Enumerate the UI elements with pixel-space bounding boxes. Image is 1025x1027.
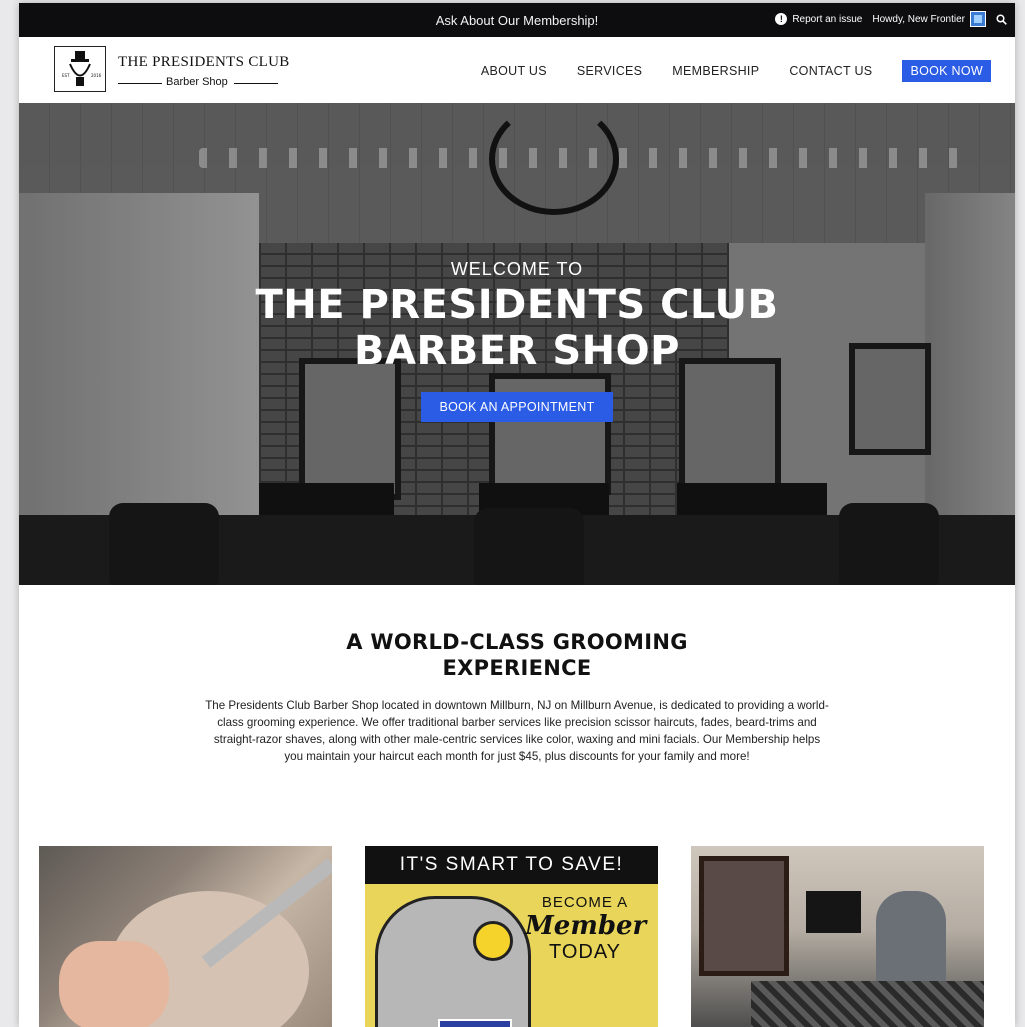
book-appointment-button[interactable]: BOOK AN APPOINTMENT: [421, 392, 613, 422]
barber-hand: [59, 941, 169, 1027]
promo-line2: Member: [525, 911, 647, 941]
logo-title: THE PRESIDENTS CLUB: [118, 54, 290, 70]
shave-photo-card[interactable]: [39, 846, 332, 1027]
account-menu[interactable]: Howdy, New Frontier: [872, 11, 986, 27]
owl-eye: [473, 921, 513, 961]
promo-line1: BECOME A: [541, 894, 629, 911]
admin-bar: ! Report an issue Howdy, New Frontier: [775, 9, 1007, 29]
logo-subtitle-text: Barber Shop: [166, 76, 228, 88]
top-hat-logo-icon: EST 2016: [54, 46, 106, 92]
intro-heading-line2: EXPERIENCE: [442, 656, 592, 680]
bug-icon: !: [775, 13, 788, 25]
logo-subtitle: Barber Shop: [118, 76, 284, 90]
intro-heading-line1: A WORLD-CLASS GROOMING: [346, 630, 688, 654]
owl-bowtie: [438, 1019, 512, 1027]
report-issue-label: Report an issue: [792, 13, 863, 25]
avatar: [970, 11, 986, 27]
intro-paragraph: The Presidents Club Barber Shop located …: [205, 699, 829, 763]
nav-membership[interactable]: MEMBERSHIP: [672, 64, 759, 78]
greeting-label: Howdy, New Frontier: [872, 13, 965, 25]
nav-about-us[interactable]: ABOUT US: [481, 64, 547, 78]
report-issue-link[interactable]: ! Report an issue: [775, 13, 862, 25]
hero-banner: WELCOME TO THE PRESIDENTS CLUB BARBER SH…: [19, 103, 1015, 585]
announcement-bar: Ask About Our Membership! ! Report an is…: [19, 3, 1015, 37]
book-now-button[interactable]: BOOK NOW: [902, 60, 991, 82]
site-logo[interactable]: EST 2016 THE PRESIDENTS CLUB Barber Shop: [54, 46, 319, 94]
svg-text:EST: EST: [62, 73, 70, 78]
promo-tagline: BECOME A Member TODAY: [525, 894, 647, 964]
promo-header: IT'S SMART TO SAVE!: [365, 846, 658, 884]
logo-divider: [234, 83, 278, 84]
hero-content: WELCOME TO THE PRESIDENTS CLUB BARBER SH…: [19, 259, 1015, 422]
logo-divider: [118, 83, 162, 84]
customer-cape: [751, 981, 984, 1027]
nav-contact-us[interactable]: CONTACT US: [789, 64, 872, 78]
search-icon[interactable]: [996, 13, 1007, 25]
svg-text:2016: 2016: [91, 73, 102, 78]
hero-title: THE PRESIDENTS CLUB BARBER SHOP: [255, 282, 779, 374]
site-header: EST 2016 THE PRESIDENTS CLUB Barber Shop…: [19, 37, 1015, 103]
barber-shop-photo-card[interactable]: [691, 846, 984, 1027]
promo-line3: TODAY: [548, 941, 622, 963]
intro-heading: A WORLD-CLASS GROOMING EXPERIENCE: [19, 629, 1015, 681]
owl-mascot-icon: [375, 896, 531, 1027]
browser-page: Ask About Our Membership! ! Report an is…: [19, 3, 1015, 1027]
main-nav: ABOUT US SERVICES MEMBERSHIP CONTACT US …: [451, 60, 991, 82]
wall-tv: [806, 891, 861, 933]
hero-kicker: WELCOME TO: [450, 259, 584, 279]
nav-services[interactable]: SERVICES: [577, 64, 642, 78]
membership-promo-card[interactable]: IT'S SMART TO SAVE! BECOME A Member TODA…: [365, 846, 658, 1027]
flag-mirror: [699, 856, 789, 976]
